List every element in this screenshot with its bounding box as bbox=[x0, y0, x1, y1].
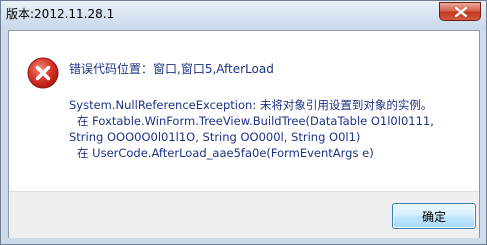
error-message: System.NullReferenceException: 未将对象引用设置到… bbox=[69, 97, 474, 161]
title-bar[interactable]: 版本:2012.11.28.1 bbox=[1, 1, 486, 29]
close-icon bbox=[455, 7, 467, 17]
message-line: 在 Foxtable.WinForm.TreeView.BuildTree(Da… bbox=[77, 114, 434, 128]
message-line: 在 UserCode.AfterLoad_aae5fa0e(FormEventA… bbox=[77, 146, 374, 160]
error-dialog-window: 版本:2012.11.28.1 错误代码位置：窗口,窗口5,AfterLoad … bbox=[0, 0, 487, 245]
error-icon bbox=[27, 57, 59, 89]
window-title: 版本:2012.11.28.1 bbox=[6, 7, 115, 21]
error-heading: 错误代码位置：窗口,窗口5,AfterLoad bbox=[69, 62, 274, 76]
close-button[interactable] bbox=[439, 2, 481, 21]
message-line: System.NullReferenceException: 未将对象引用设置到… bbox=[69, 98, 433, 112]
message-line: String OOO0O0l01l1O, String OO000l, Stri… bbox=[69, 130, 361, 144]
button-bar: 确定 bbox=[9, 191, 479, 238]
dialog-client-area: 错误代码位置：窗口,窗口5,AfterLoad System.NullRefer… bbox=[8, 30, 480, 238]
ok-button[interactable]: 确定 bbox=[392, 203, 476, 229]
message-area: 错误代码位置：窗口,窗口5,AfterLoad System.NullRefer… bbox=[9, 31, 479, 191]
